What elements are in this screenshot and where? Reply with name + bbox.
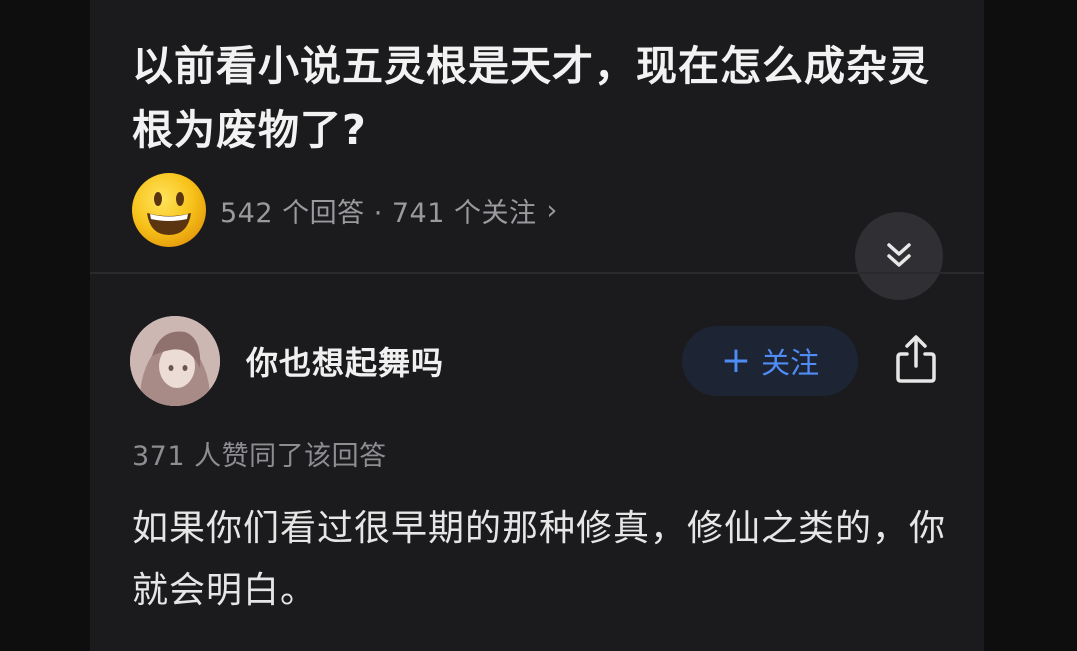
avatar-image xyxy=(130,316,220,406)
author-name[interactable]: 你也想起舞吗 xyxy=(246,338,444,384)
avatar[interactable] xyxy=(130,316,220,406)
question-stats: 542 个回答 · 741 个关注 xyxy=(220,197,537,229)
chevron-right-icon: › xyxy=(546,194,558,226)
collapse-button[interactable] xyxy=(855,212,943,300)
answer-body[interactable]: 如果你们看过很早期的那种修真，修仙之类的，你就会明白。 xyxy=(132,498,952,622)
smiley-face-icon xyxy=(132,173,206,247)
follow-button[interactable]: + 关注 xyxy=(682,326,858,396)
question-meta[interactable]: 542 个回答 · 741 个关注 › xyxy=(130,170,557,250)
author-row: 你也想起舞吗 + 关注 xyxy=(130,316,950,408)
answer-page: 以前看小说五灵根是天才，现在怎么成杂灵根为废物了? 542 个回答 · 741 … xyxy=(90,0,984,651)
question-title[interactable]: 以前看小说五灵根是天才，现在怎么成杂灵根为废物了? xyxy=(132,34,952,162)
share-icon[interactable] xyxy=(888,332,944,388)
plus-icon: + xyxy=(720,340,752,381)
follow-label: 关注 xyxy=(761,346,820,380)
divider xyxy=(90,272,984,274)
upvote-count: 371 人赞同了该回答 xyxy=(132,441,387,472)
double-chevron-down-icon xyxy=(887,243,911,267)
